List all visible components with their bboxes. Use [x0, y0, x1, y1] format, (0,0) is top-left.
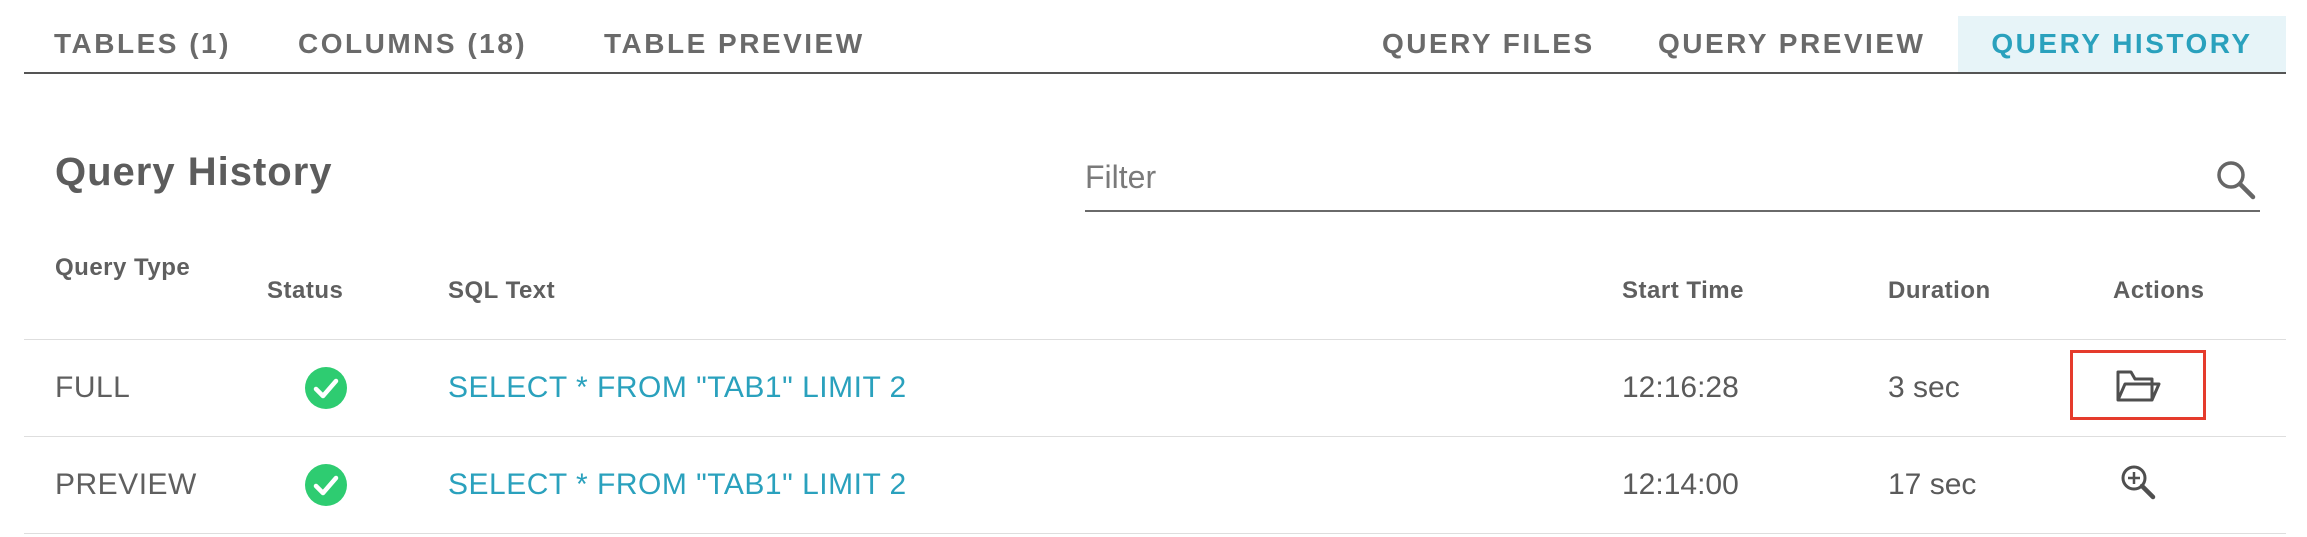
open-query-button[interactable] [2070, 350, 2206, 420]
tab-tables[interactable]: TABLES (1) [54, 16, 234, 72]
status-cell [305, 464, 347, 506]
sql-text-link[interactable]: SELECT * FROM "TAB1" LIMIT 2 [448, 340, 907, 435]
tab-table-preview[interactable]: TABLE PREVIEW [604, 16, 884, 72]
duration-cell: 3 sec [1888, 371, 1960, 404]
column-header-start-time[interactable]: Start Time [1622, 277, 1744, 305]
success-check-icon [305, 367, 347, 409]
tab-query-preview[interactable]: QUERY PREVIEW [1658, 16, 1948, 72]
tab-columns[interactable]: COLUMNS (18) [298, 16, 558, 72]
filter-field [1085, 148, 2260, 212]
tab-query-history[interactable]: QUERY HISTORY [1958, 16, 2286, 72]
filter-input[interactable] [1085, 148, 2165, 206]
start-time-cell: 12:16:28 [1622, 371, 1739, 404]
column-header-sql-text[interactable]: SQL Text [448, 277, 555, 305]
column-header-duration[interactable]: Duration [1888, 277, 1991, 305]
table-divider [24, 533, 2286, 534]
preview-query-button[interactable] [2070, 447, 2206, 517]
table-row: PREVIEW SELECT * FROM "TAB1" LIMIT 2 12:… [24, 437, 2286, 532]
column-header-actions: Actions [2113, 277, 2205, 304]
table-row: FULL SELECT * FROM "TAB1" LIMIT 2 12:16:… [24, 340, 2286, 435]
zoom-in-icon [2121, 465, 2156, 500]
folder-open-icon [2116, 370, 2161, 402]
search-icon [2217, 161, 2256, 200]
tab-query-files[interactable]: QUERY FILES [1382, 16, 1622, 72]
search-button[interactable] [2212, 156, 2260, 204]
tab-bar: TABLES (1) COLUMNS (18) TABLE PREVIEW QU… [24, 16, 2286, 74]
query-type-cell: FULL [55, 371, 131, 404]
actions-cell [2070, 447, 2206, 517]
success-check-icon [305, 464, 347, 506]
query-type-cell: PREVIEW [55, 468, 197, 501]
sql-text-link[interactable]: SELECT * FROM "TAB1" LIMIT 2 [448, 437, 907, 532]
column-header-query-type[interactable]: Query Type [55, 254, 190, 282]
actions-cell [2070, 350, 2206, 420]
duration-cell: 17 sec [1888, 468, 1977, 501]
start-time-cell: 12:14:00 [1622, 468, 1739, 501]
page-title: Query History [55, 150, 333, 194]
column-header-status[interactable]: Status [267, 277, 343, 305]
status-cell [305, 367, 347, 409]
